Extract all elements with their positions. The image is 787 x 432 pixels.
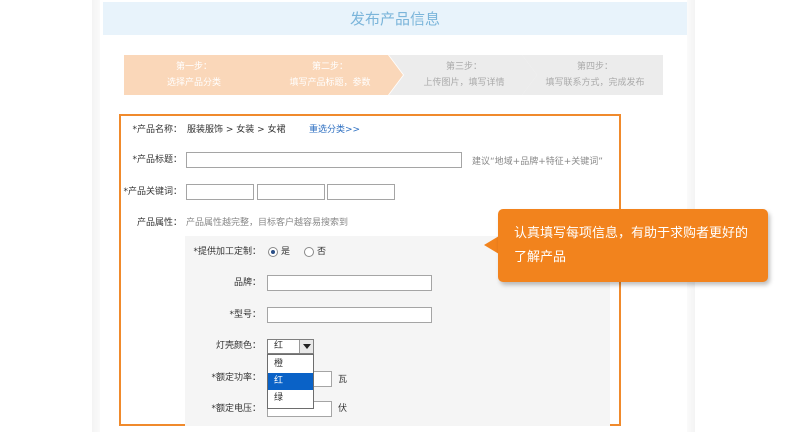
rated-power-label: *额定功率： (211, 373, 261, 383)
custom-no-radio[interactable] (304, 247, 314, 257)
step-2: 第二步： 填写产品标题，参数 (255, 55, 403, 95)
custom-no-label: 否 (317, 247, 327, 257)
product-title-input[interactable] (186, 152, 462, 168)
brand-input[interactable] (267, 275, 432, 291)
step-2-label: 第二步： (311, 62, 348, 72)
model-label: *型号： (229, 310, 261, 320)
step-4-desc: 填写联系方式，完成发布 (545, 78, 645, 88)
custom-processing-label: *提供加工定制： (193, 247, 261, 257)
model-input[interactable] (267, 307, 432, 323)
step-3-label: 第三步： (445, 62, 482, 72)
power-unit: 瓦 (338, 375, 348, 385)
attributes-label: 产品属性： (136, 218, 182, 228)
page-title: 发布产品信息 (349, 10, 440, 28)
step-4: 第四步： 填写联系方式，完成发布 (522, 55, 663, 95)
tooltip-arrow (484, 236, 499, 254)
attributes-hint: 产品属性越完整，目标客户越容易搜索到 (186, 218, 349, 228)
color-option-green[interactable]: 绿 (268, 390, 313, 407)
step-1-label: 第一步： (175, 62, 212, 72)
shell-color-value: 红 (274, 341, 284, 351)
color-option-orange[interactable]: 橙 (268, 356, 313, 373)
custom-yes-label: 是 (281, 247, 291, 257)
page-frame-left (92, 0, 100, 432)
step-1: 第一步： 选择产品分类 (124, 55, 272, 95)
help-tooltip-text: 认真填写每项信息，有助于求购者更好的了解产品 (514, 226, 749, 265)
keyword-input-1[interactable] (186, 184, 254, 200)
step-3-desc: 上传图片，填写详情 (423, 78, 505, 88)
title-hint: 建议“地域+品牌+特征+关键词” (472, 157, 603, 167)
brand-label: 品牌： (233, 278, 261, 288)
voltage-unit: 伏 (338, 404, 348, 414)
product-name-label: *产品名称： (132, 125, 182, 135)
custom-yes-radio[interactable] (268, 247, 278, 257)
keyword-input-2[interactable] (257, 184, 325, 200)
category-path: 服装服饰 > 女装 > 女裙 (187, 125, 286, 135)
step-4-label: 第四步： (576, 62, 613, 72)
keyword-input-3[interactable] (327, 184, 395, 200)
shell-color-label: 灯壳颜色： (215, 341, 261, 351)
step-1-desc: 选择产品分类 (166, 78, 221, 88)
product-title-label: *产品标题： (132, 155, 182, 165)
step-3: 第三步： 上传图片，填写详情 (389, 55, 537, 95)
chevron-down-icon[interactable] (299, 340, 313, 353)
reselect-category-link[interactable]: 重选分类>> (309, 124, 360, 136)
rated-voltage-label: *额定电压： (211, 404, 261, 414)
step-2-desc: 填写产品标题，参数 (289, 78, 371, 88)
keywords-label: *产品关键词： (123, 187, 182, 197)
color-option-red[interactable]: 红 (268, 373, 313, 390)
